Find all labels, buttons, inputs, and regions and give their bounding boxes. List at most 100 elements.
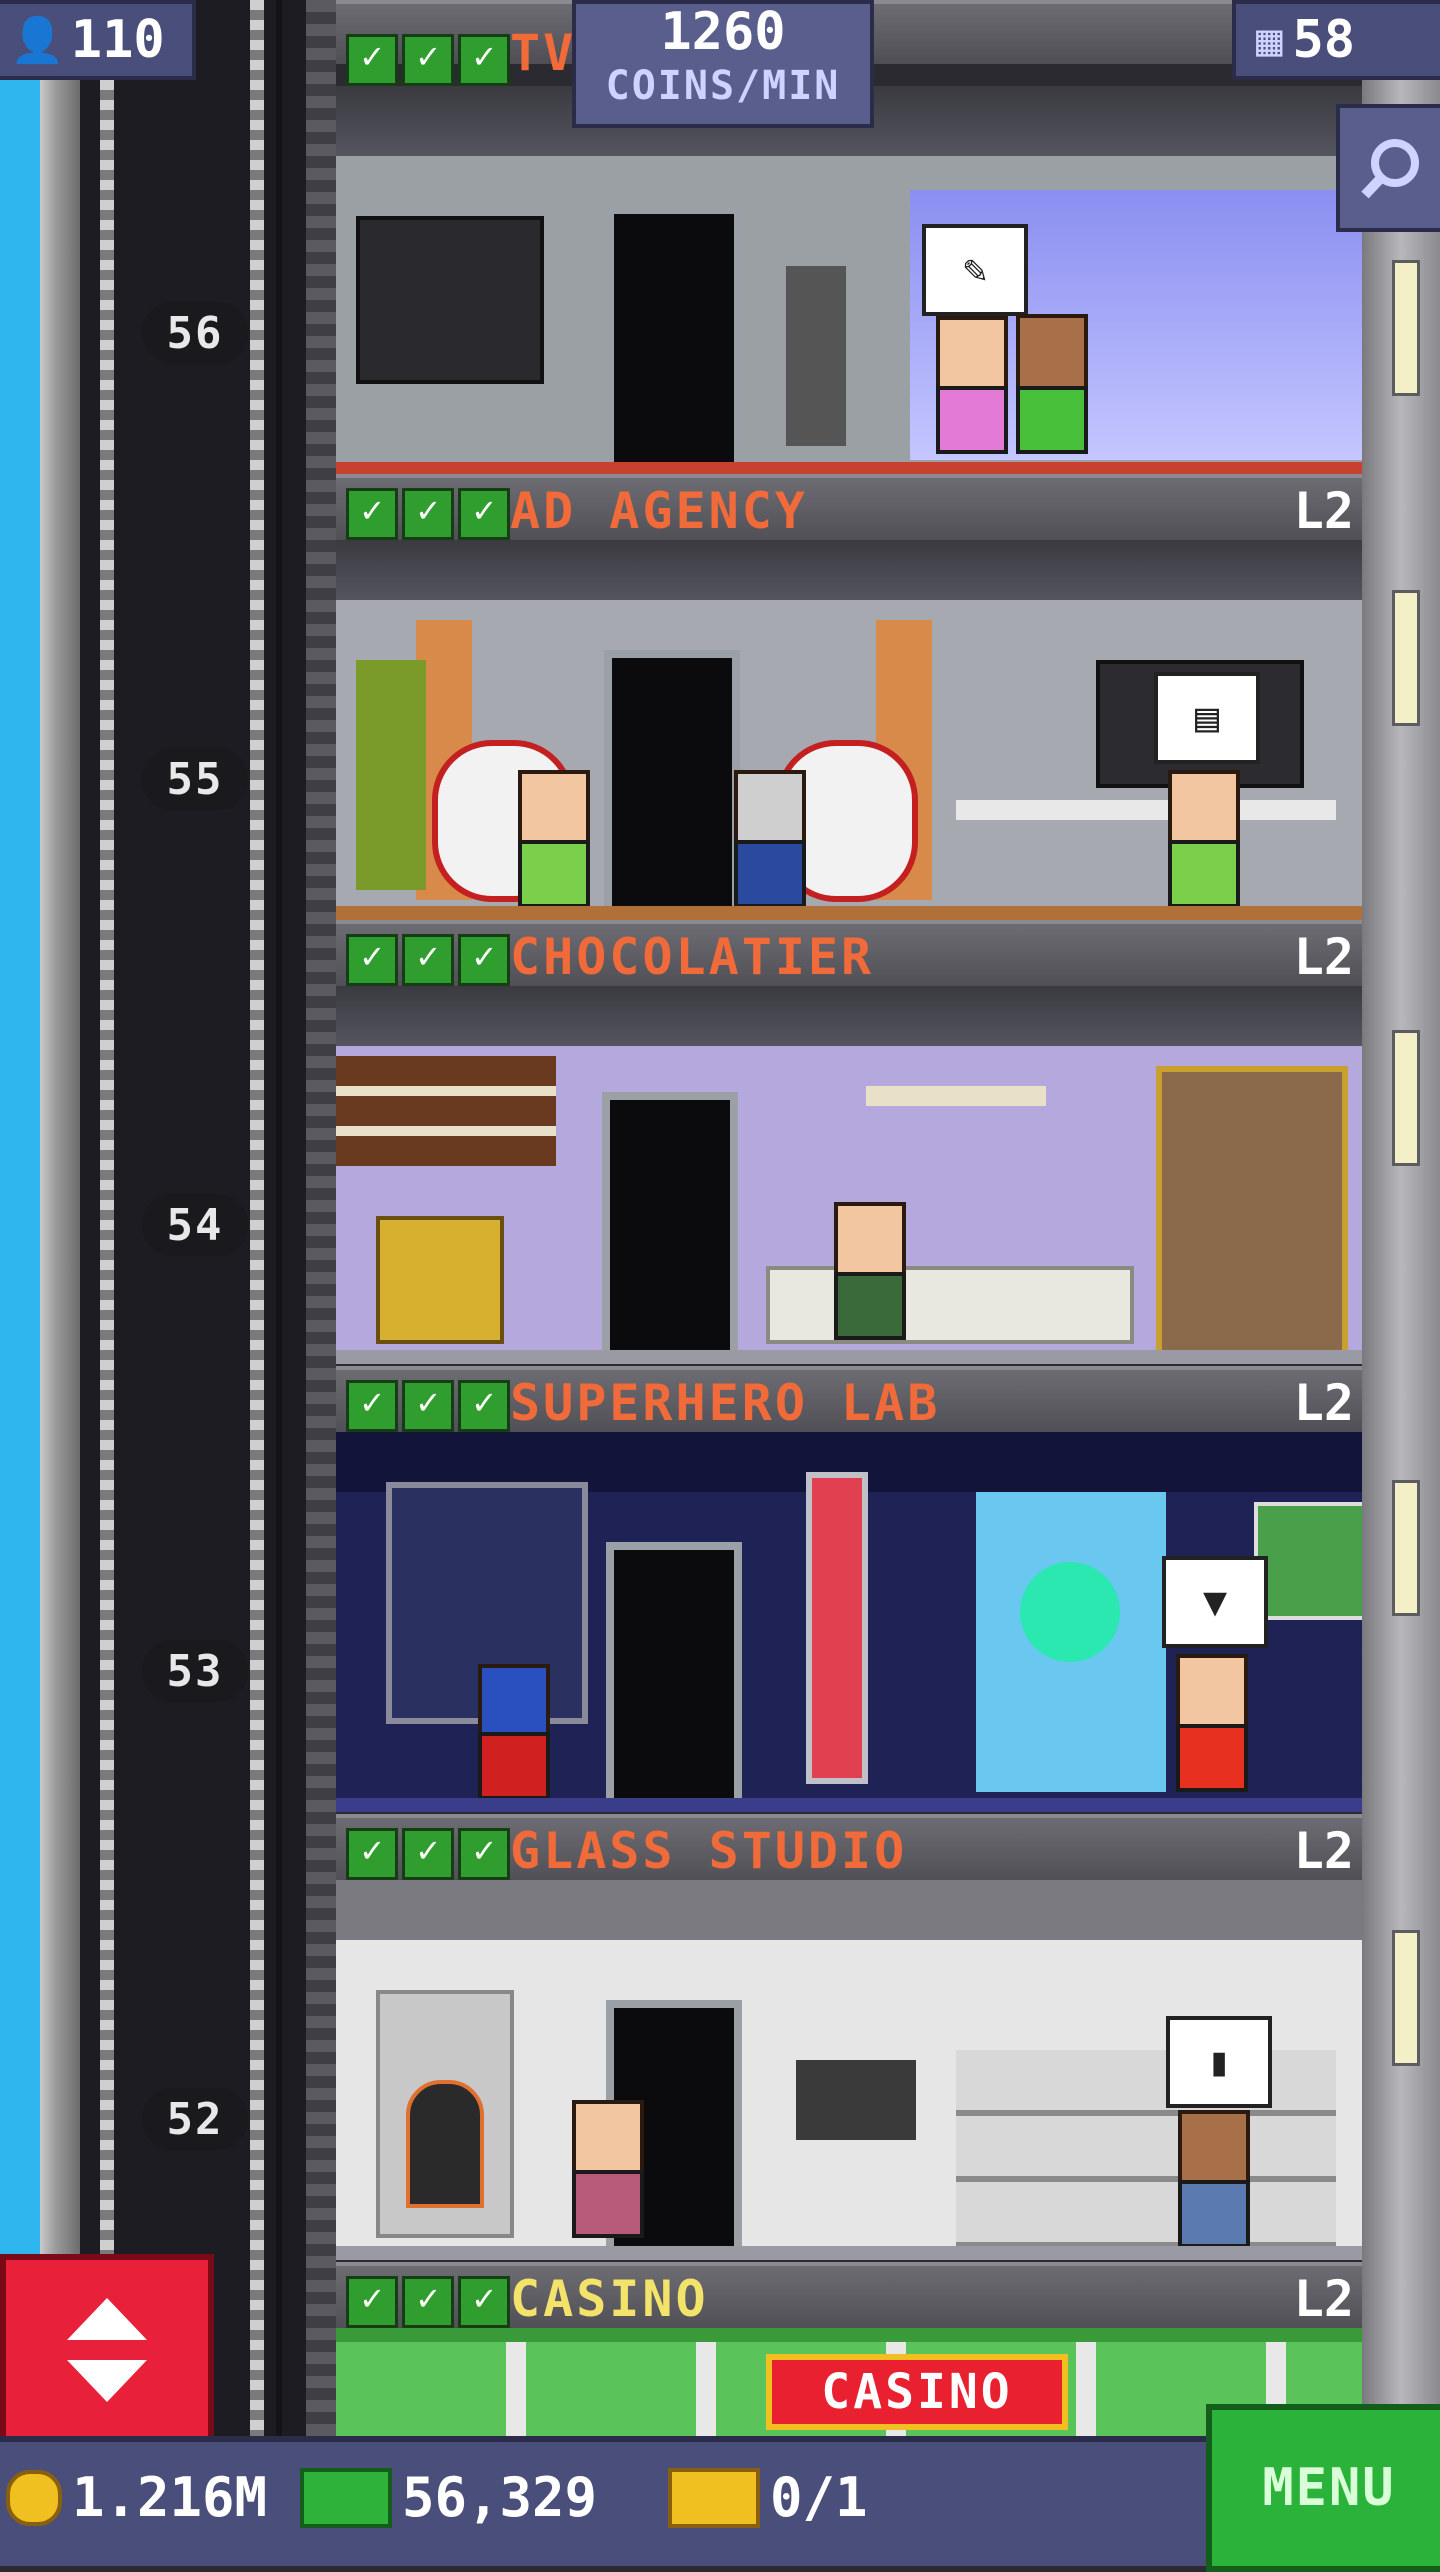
thought-bubble: ▮ — [1166, 2016, 1272, 2108]
floor-name: GLASS STUDIO — [510, 1822, 908, 1880]
magnifier-icon — [1361, 139, 1419, 199]
bitizen-head[interactable] — [834, 1202, 906, 1280]
check-icon: ✓ — [458, 934, 510, 986]
check-icon: ✓ — [458, 34, 510, 86]
check-icon: ✓ — [346, 934, 398, 986]
rating-checks: ✓ ✓ ✓ — [346, 34, 510, 86]
floor-level: L2 — [1293, 1374, 1354, 1432]
floor-label-ad-agency[interactable]: ✓ ✓ ✓ AD AGENCY L2 — [336, 474, 1362, 544]
elevator-shaft[interactable] — [80, 0, 320, 2560]
bitizen-body — [572, 2170, 644, 2238]
check-icon: ✓ — [402, 2276, 454, 2328]
bitizen-body — [734, 840, 806, 908]
check-icon: ✓ — [458, 2276, 510, 2328]
rating-checks: ✓ ✓ ✓ — [346, 488, 510, 540]
rating-checks: ✓ ✓ ✓ — [346, 1380, 510, 1432]
ticket-icon — [668, 2467, 760, 2528]
bitizen-head[interactable] — [936, 316, 1008, 394]
door — [606, 1542, 742, 1812]
thought-bubble: ✎ — [922, 224, 1028, 316]
person-icon: 👤 — [10, 15, 65, 66]
vip-value: 0/1 — [770, 2466, 868, 2529]
chocolate-tank — [1156, 1066, 1348, 1358]
floor-number-52: 52 — [142, 2088, 248, 2150]
control-desk — [356, 216, 544, 384]
rating-checks: ✓ ✓ ✓ — [346, 2276, 510, 2328]
check-icon: ✓ — [458, 1828, 510, 1880]
coins-per-minute[interactable]: 1260 COINS/MIN — [572, 0, 874, 128]
floor-level: L2 — [1293, 2270, 1354, 2328]
floor-number-55: 55 — [142, 748, 248, 810]
rating-checks: ✓ ✓ ✓ — [346, 1828, 510, 1880]
window — [1392, 1930, 1420, 2066]
window — [1392, 1480, 1420, 1616]
bitizen-head[interactable] — [572, 2100, 644, 2178]
bitizen-head[interactable] — [1178, 2110, 1250, 2188]
room-floor — [336, 1350, 1362, 1364]
window — [1392, 590, 1420, 726]
map-screen — [1254, 1502, 1362, 1620]
check-icon: ✓ — [346, 2276, 398, 2328]
room-tv-studio[interactable]: ✎ — [336, 86, 1362, 476]
rating-checks: ✓ ✓ ✓ — [346, 934, 510, 986]
elevator-up-down-icon — [67, 2298, 147, 2402]
ceiling — [336, 986, 1362, 1046]
bitizen-head[interactable] — [1176, 1654, 1248, 1732]
furnace-opening — [406, 2080, 484, 2208]
room-chocolatier[interactable] — [336, 986, 1362, 1364]
floor-label-casino[interactable]: ✓ ✓ ✓ CASINO L2 — [336, 2262, 1362, 2332]
ceiling — [336, 1880, 1362, 1940]
menu-button[interactable]: MENU — [1206, 2404, 1440, 2572]
room-ad-agency[interactable]: ▤ — [336, 540, 1362, 920]
bux-display[interactable]: 56,329 — [300, 2466, 597, 2529]
vip-display[interactable]: 0/1 — [668, 2466, 868, 2529]
check-icon: ✓ — [458, 488, 510, 540]
chocolate-pot — [376, 1216, 504, 1344]
search-button[interactable] — [1336, 104, 1440, 232]
door — [606, 206, 742, 476]
floor-level: L2 — [1293, 482, 1354, 540]
floor-label-superhero-lab[interactable]: ✓ ✓ ✓ SUPERHERO LAB L2 — [336, 1366, 1362, 1436]
floor-number-53: 53 — [142, 1640, 248, 1702]
sky — [0, 0, 40, 2560]
tool-rack — [796, 2060, 916, 2140]
bitizen-body — [1016, 386, 1088, 454]
glass-shelf — [956, 2050, 1336, 2250]
globe-hologram — [1020, 1562, 1120, 1662]
check-icon: ✓ — [402, 934, 454, 986]
floor-label-glass-studio[interactable]: ✓ ✓ ✓ GLASS STUDIO L2 — [336, 1814, 1362, 1884]
floor-level: L2 — [1293, 1822, 1354, 1880]
outer-wall — [40, 0, 80, 2560]
floor-label-chocolatier[interactable]: ✓ ✓ ✓ CHOCOLATIER L2 — [336, 920, 1362, 990]
bux-value: 56,329 — [402, 2466, 598, 2529]
window — [1392, 1030, 1420, 1166]
floor-counter[interactable]: ▦ 58 — [1232, 0, 1440, 80]
room-superhero-lab[interactable]: ▼ — [336, 1432, 1362, 1812]
bitizen-head[interactable] — [478, 1664, 550, 1742]
population-counter[interactable]: 👤 110 — [0, 0, 196, 80]
elevator-button[interactable] — [0, 2254, 214, 2446]
building-frame — [306, 0, 336, 2560]
bitizen-head[interactable] — [1016, 314, 1088, 392]
bitizen-body — [518, 840, 590, 908]
bitizen-head[interactable] — [734, 770, 806, 848]
check-icon: ✓ — [346, 488, 398, 540]
bitizen-head[interactable] — [1168, 770, 1240, 848]
floor-name: TV — [510, 24, 577, 82]
camera — [786, 266, 846, 446]
floor-count-value: 58 — [1292, 10, 1356, 70]
thought-bubble: ▼ — [1162, 1556, 1268, 1648]
floor-name: CHOCOLATIER — [510, 928, 875, 986]
check-icon: ✓ — [346, 1380, 398, 1432]
bitizen-head[interactable] — [518, 770, 590, 848]
work-counter — [766, 1266, 1134, 1344]
building-icon: ▦ — [1256, 14, 1283, 66]
room-floor — [336, 2246, 1362, 2260]
floor-name: SUPERHERO LAB — [510, 1374, 941, 1432]
room-floor — [336, 906, 1362, 920]
room-glass-studio[interactable]: ▮ — [336, 1880, 1362, 2260]
check-icon: ✓ — [402, 1380, 454, 1432]
coins-display[interactable]: 1.216M — [6, 2466, 267, 2529]
floor-name: CASINO — [510, 2270, 709, 2328]
check-icon: ✓ — [402, 34, 454, 86]
